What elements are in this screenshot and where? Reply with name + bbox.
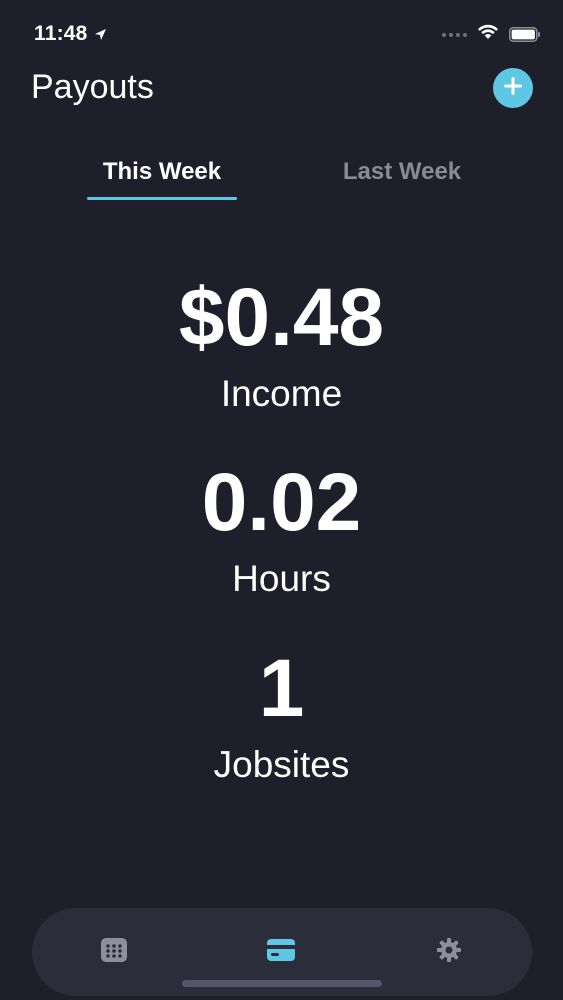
- signal-dots-icon: [442, 32, 467, 37]
- income-stat: $0.48 Income: [0, 272, 563, 414]
- location-arrow-icon: [94, 28, 107, 41]
- payouts-screen: 11:48 Payouts This Week Last Week $0.48 …: [0, 0, 563, 1000]
- jobsites-label: Jobsites: [213, 744, 350, 785]
- tab-bar-calendar[interactable]: [94, 932, 134, 972]
- battery-icon: [509, 27, 541, 42]
- header: Payouts: [0, 64, 563, 124]
- hours-value: 0.02: [201, 457, 362, 548]
- page-title: Payouts: [31, 68, 154, 106]
- hours-label: Hours: [232, 558, 331, 599]
- calendar-icon: [100, 937, 128, 968]
- tab-this-week[interactable]: This Week: [87, 158, 237, 202]
- wifi-icon: [477, 24, 499, 45]
- status-time-group: 11:48: [34, 22, 107, 46]
- tab-bar-settings[interactable]: [429, 932, 469, 972]
- status-time: 11:48: [34, 22, 88, 45]
- tab-last-week[interactable]: Last Week: [327, 158, 477, 202]
- active-tab-indicator: [87, 197, 237, 200]
- income-label: Income: [220, 373, 343, 414]
- card-icon: [266, 938, 296, 967]
- jobsites-stat: 1 Jobsites: [0, 643, 563, 785]
- gear-icon: [436, 937, 462, 968]
- hours-stat: 0.02 Hours: [0, 457, 563, 599]
- status-bar: 11:48: [0, 0, 563, 64]
- tab-bar-payouts[interactable]: [261, 932, 301, 972]
- jobsites-value: 1: [258, 643, 305, 734]
- status-icons: [442, 24, 541, 45]
- plus-icon: [501, 74, 525, 103]
- home-indicator[interactable]: [182, 980, 382, 987]
- week-tabs: This Week Last Week: [0, 158, 563, 208]
- income-value: $0.48: [178, 272, 385, 363]
- add-button[interactable]: [493, 68, 533, 108]
